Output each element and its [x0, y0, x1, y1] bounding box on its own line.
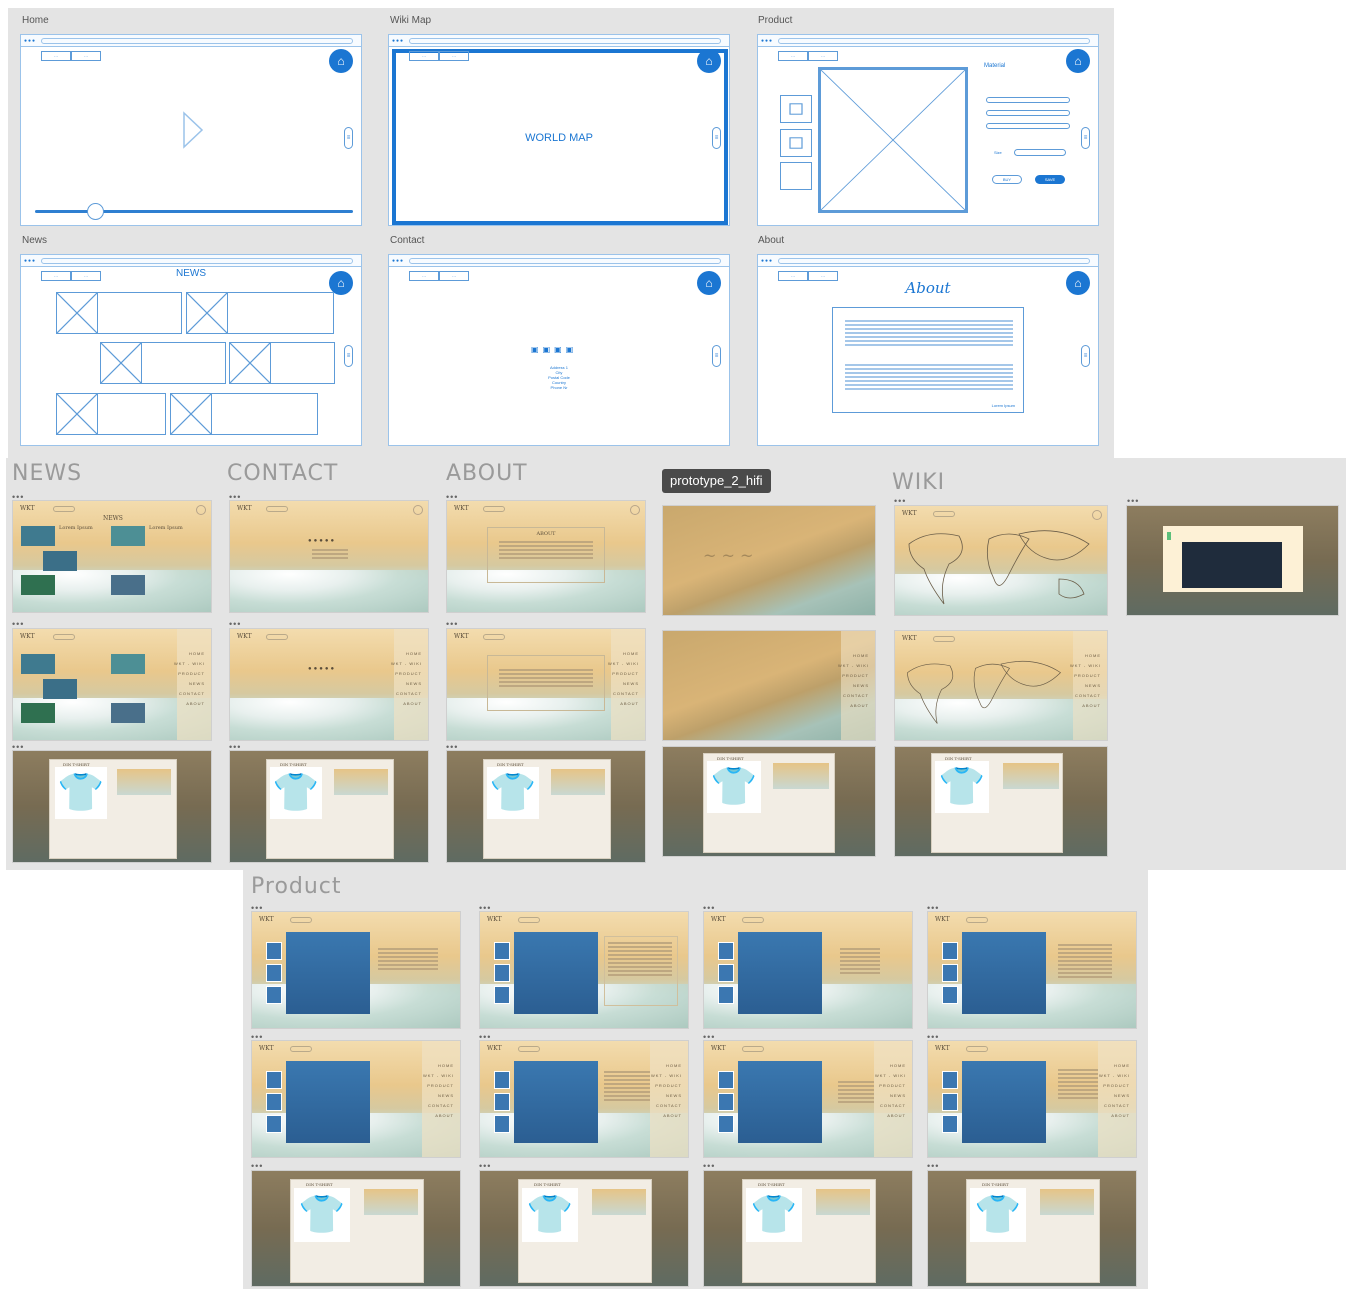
- product-card-1-2[interactable]: WKT: [479, 911, 689, 1029]
- side-tab-icon[interactable]: ≡: [1081, 127, 1090, 149]
- hero-script: ~ ~ ~: [703, 546, 754, 565]
- twitter-icon[interactable]: ▣: [543, 345, 555, 354]
- material-label: Material: [984, 63, 1006, 69]
- nav-menu[interactable]: HOME WKT - WIKI PRODUCT NEWS CONTACT ABOUT: [875, 1061, 906, 1121]
- tshirt-icon[interactable]: 👕: [489, 774, 536, 812]
- side-tab-icon[interactable]: ≡: [344, 127, 353, 149]
- contact-social-icons[interactable]: ●●●●●: [308, 538, 336, 544]
- tshirt-icon[interactable]: 👕: [750, 1196, 797, 1234]
- wireframe-label-product: Product: [758, 15, 793, 26]
- size-select[interactable]: [1014, 149, 1066, 156]
- product-card-1-3[interactable]: WKT: [703, 911, 913, 1029]
- hifi-wiki-popup[interactable]: [1126, 505, 1339, 616]
- nav-menu[interactable]: HOME WKT - WIKI PRODUCT NEWS CONTACT ABOUT: [1099, 1061, 1130, 1121]
- tshirt-icon[interactable]: 👕: [526, 1196, 573, 1234]
- hifi-tshirt-popup-contact[interactable]: DIN T-SHIRT 👕: [229, 750, 429, 863]
- product-photo: [286, 932, 370, 1014]
- hifi-tshirt-popup-prototype[interactable]: DIN T-SHIRT 👕: [662, 746, 876, 857]
- thumbnail-1[interactable]: [780, 95, 812, 123]
- cart-icon[interactable]: ⌂: [1066, 49, 1090, 73]
- wireframe-contact[interactable]: ●●● ··· ··· ⌂ ≡ ▣▣▣▣ Address 1 City Posta…: [388, 254, 730, 446]
- product-card-1-1[interactable]: WKT: [251, 911, 461, 1029]
- mail-icon[interactable]: ▣: [566, 345, 578, 354]
- section-title-product: Product: [251, 874, 342, 899]
- cart-icon[interactable]: ⌂: [329, 49, 353, 73]
- product-card-2-4[interactable]: WKT HOME WKT - WIKI PRODUCT NEWS CONTACT ABOU…: [927, 1040, 1137, 1158]
- product-tshirt-popup-4[interactable]: DIN T-SHIRT 👕: [927, 1170, 1137, 1287]
- nav-menu[interactable]: HOME WKT - WIKI PRODUCT NEWS CONTACT ABOUT: [651, 1061, 682, 1121]
- side-tab-icon[interactable]: ≡: [712, 345, 721, 367]
- nav-menu[interactable]: HOME WKT - WIKI PRODUCT NEWS CONTACT ABOUT: [838, 651, 869, 711]
- wireframe-label-contact: Contact: [390, 235, 425, 246]
- nav-menu[interactable]: HOME WKT - WIKI PRODUCT NEWS CONTACT ABOUT: [391, 649, 422, 709]
- hifi-prototype-1[interactable]: ~ ~ ~: [662, 505, 876, 616]
- size-label: Size: [994, 150, 1002, 155]
- wireframe-label-wikimap: Wiki Map: [390, 15, 432, 26]
- tshirt-icon[interactable]: 👕: [710, 768, 757, 806]
- about-text-box: Lorem Ipsum: [832, 307, 1024, 413]
- address-block: Address 1 City Postal Code Country Phone…: [548, 365, 570, 390]
- wireframe-wikimap[interactable]: ●●● ··· ··· ⌂ ≡ WORLD MAP: [388, 34, 730, 226]
- news-heading: NEWS: [176, 268, 206, 279]
- tshirt-icon[interactable]: 👕: [272, 774, 319, 812]
- buy-button[interactable]: BUY: [992, 175, 1022, 184]
- thumbnail-3[interactable]: [780, 162, 812, 190]
- instagram-icon[interactable]: ▣: [554, 345, 566, 354]
- hifi-news-1[interactable]: WKT NEWS Lorem Ipsum Lorem Ipsum: [12, 500, 212, 613]
- hifi-about-2[interactable]: WKT HOME WKT - WIKI PRODUCT NEWS CONTACT ABOU…: [446, 628, 646, 741]
- hifi-tshirt-popup-news[interactable]: DIN T-SHIRT 👕: [12, 750, 212, 863]
- wireframe-news[interactable]: ●●● ··· ··· NEWS ⌂ ≡: [20, 254, 362, 446]
- wireframe-label-about: About: [758, 235, 785, 246]
- wireframe-label-home: Home: [22, 15, 49, 26]
- section-title-about: ABOUT: [446, 461, 528, 486]
- play-icon[interactable]: [181, 111, 205, 149]
- progress-handle[interactable]: [87, 203, 104, 220]
- hifi-contact-1[interactable]: WKT ●●●●●: [229, 500, 429, 613]
- product-tshirt-popup-3[interactable]: DIN T-SHIRT 👕: [703, 1170, 913, 1287]
- nav-menu[interactable]: HOME WKT - WIKI PRODUCT NEWS CONTACT ABOUT: [608, 649, 639, 709]
- social-icons[interactable]: ▣▣▣▣: [531, 345, 577, 354]
- side-tab-icon[interactable]: ≡: [344, 345, 353, 367]
- hifi-tshirt-popup-wiki[interactable]: DIN T-SHIRT 👕: [894, 746, 1108, 857]
- nav-menu[interactable]: HOME WKT - WIKI PRODUCT NEWS CONTACT ABOUT: [1070, 651, 1101, 711]
- cart-icon[interactable]: ⌂: [697, 271, 721, 295]
- wireframe-about[interactable]: ●●● ··· ··· ⌂ ≡ About Lorem Ipsum: [757, 254, 1099, 446]
- tshirt-icon[interactable]: 👕: [974, 1196, 1021, 1234]
- nav-menu[interactable]: HOME WKT - WIKI PRODUCT NEWS CONTACT ABOUT: [174, 649, 205, 709]
- tshirt-icon[interactable]: 👕: [298, 1196, 345, 1234]
- product-tshirt-popup-2[interactable]: DIN T-SHIRT 👕: [479, 1170, 689, 1287]
- tshirt-icon[interactable]: 👕: [938, 768, 985, 806]
- save-button[interactable]: SAVE: [1035, 175, 1065, 184]
- wireframe-product[interactable]: ●●● ··· ··· ⌂ ≡ Material Size BUY SAVE: [757, 34, 1099, 226]
- world-map[interactable]: [899, 524, 1099, 612]
- side-tab-icon[interactable]: ≡: [1081, 345, 1090, 367]
- hifi-about-1[interactable]: WKT ABOUT: [446, 500, 646, 613]
- facebook-icon[interactable]: ▣: [531, 345, 543, 354]
- product-tshirt-popup-1[interactable]: DIN T-SHIRT 👕: [251, 1170, 461, 1287]
- tshirt-icon[interactable]: 👕: [57, 774, 104, 812]
- product-card-1-4[interactable]: WKT: [927, 911, 1137, 1029]
- section-title-contact: CONTACT: [227, 461, 339, 486]
- thumbnail-2[interactable]: [780, 129, 812, 157]
- product-card-2-1[interactable]: WKT HOME WKT - WIKI PRODUCT NEWS CONTACT ABOU…: [251, 1040, 461, 1158]
- about-heading: About: [905, 279, 951, 297]
- section-title-news: NEWS: [12, 461, 83, 486]
- hifi-tshirt-popup-about[interactable]: DIN T-SHIRT 👕: [446, 750, 646, 863]
- hifi-contact-2[interactable]: WKT ●●●●● HOME WKT - WIKI PRODUCT NEWS CONTA…: [229, 628, 429, 741]
- cart-icon[interactable]: ⌂: [697, 49, 721, 73]
- hifi-wiki-2[interactable]: WKT HOME WKT - WIKI PRODUCT NEWS CONTACT ABOU…: [894, 630, 1108, 741]
- product-card-2-2[interactable]: WKT HOME WKT - WIKI PRODUCT NEWS CONTACT ABOU…: [479, 1040, 689, 1158]
- world-map-label: WORLD MAP: [525, 132, 593, 144]
- nav-menu[interactable]: HOME WKT - WIKI PRODUCT NEWS CONTACT ABOUT: [423, 1061, 454, 1121]
- product-card-2-3[interactable]: WKT HOME WKT - WIKI PRODUCT NEWS CONTACT ABOU…: [703, 1040, 913, 1158]
- hifi-news-2[interactable]: WKT HOME WKT - WIKI PRODUCT NEWS CONTACT ABOU…: [12, 628, 212, 741]
- hifi-prototype-2[interactable]: HOME WKT - WIKI PRODUCT NEWS CONTACT ABOUT: [662, 630, 876, 741]
- progress-track: [35, 210, 353, 213]
- section-title-wiki: WIKI: [892, 470, 946, 495]
- product-image-placeholder: [818, 67, 968, 213]
- hifi-wiki-1[interactable]: WKT: [894, 505, 1108, 616]
- wireframe-home[interactable]: ●●● ··· ··· ⌂ ≡: [20, 34, 362, 226]
- wireframe-label-news: News: [22, 235, 48, 246]
- prototype-tag[interactable]: prototype_2_hifi: [662, 469, 771, 493]
